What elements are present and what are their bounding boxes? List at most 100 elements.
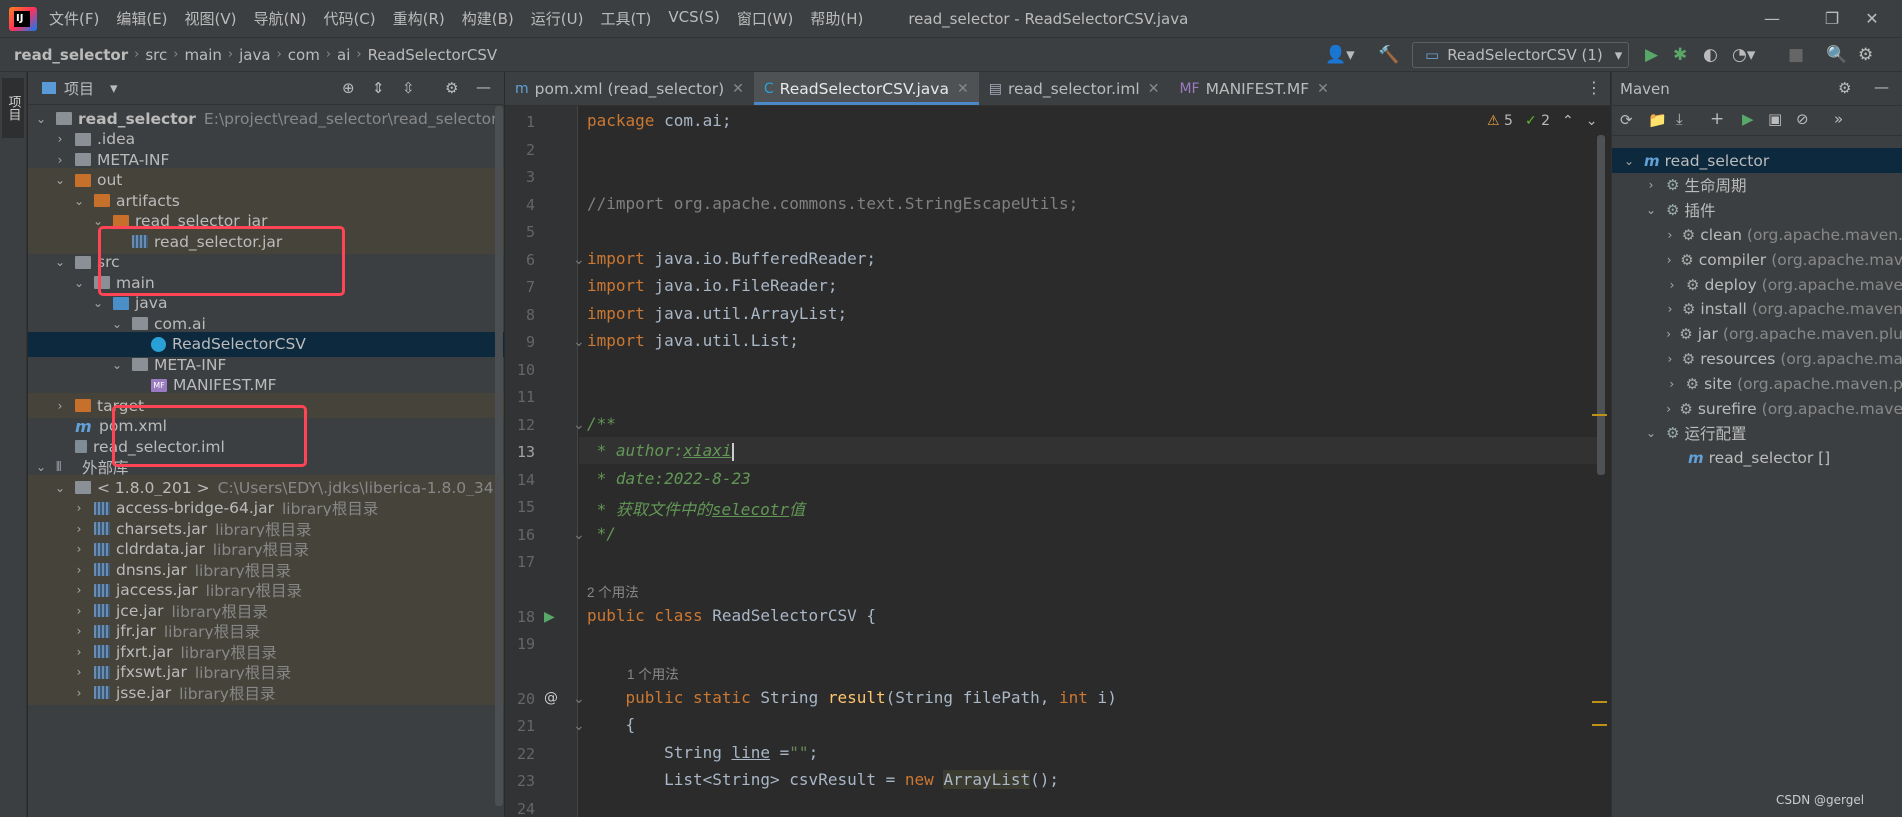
chevron-down-icon[interactable]: ⌄ (72, 194, 86, 208)
fold-icon[interactable]: ⌄ (573, 691, 585, 707)
chevron-right-icon[interactable]: › (72, 645, 86, 659)
user-icon[interactable]: 👤▾ (1325, 45, 1355, 65)
warning-marker[interactable] (1592, 414, 1607, 416)
code-line[interactable]: * author:xiaxi (587, 441, 734, 461)
chevron-right-icon[interactable]: › (72, 522, 86, 536)
chevron-down-icon[interactable]: ⌄ (1586, 113, 1598, 129)
project-tool-button[interactable]: 项目 (2, 78, 24, 138)
code-line[interactable]: * date:2022-8-23 (587, 469, 751, 488)
usage-hint[interactable]: 2 个用法 (587, 581, 639, 601)
gear-icon[interactable]: ⚙ (1838, 79, 1851, 97)
inspection-widget[interactable]: ⚠ 5 ✓ 2 ⌃ ⌄ (1487, 113, 1598, 129)
fold-icon[interactable]: ⌄ (573, 334, 585, 350)
weak-warning-count[interactable]: ✓ 2 (1525, 113, 1550, 129)
chevron-down-icon[interactable]: ⌄ (110, 317, 124, 331)
chevron-right-icon[interactable]: › (53, 132, 67, 146)
code-line[interactable]: public class ReadSelectorCSV { (587, 606, 876, 625)
menu-item[interactable]: 窗口(W) (737, 8, 794, 29)
more-tabs-icon[interactable]: ⋮ (1586, 78, 1602, 97)
code-line[interactable]: /** (587, 414, 616, 433)
maven-tree-item[interactable]: m read_selector [] (1612, 446, 1902, 471)
chevron-right-icon[interactable]: › (72, 542, 86, 556)
menu-item[interactable]: 代码(C) (323, 8, 375, 29)
editor-tab[interactable]: MF MANIFEST.MF ✕ (1169, 72, 1338, 105)
toggle-offline-icon[interactable]: ▣ (1768, 110, 1782, 128)
chevron-right-icon[interactable]: › (1666, 352, 1674, 366)
code-line[interactable]: * 获取文件中的selecotr值 (587, 496, 805, 520)
collapse-all-icon[interactable]: ⇳ (402, 79, 415, 97)
menu-item[interactable]: 构建(B) (462, 8, 514, 29)
menu-item[interactable]: 帮助(H) (810, 8, 863, 29)
warning-marker[interactable] (1592, 701, 1607, 703)
chevron-up-icon[interactable]: ⌃ (1562, 113, 1574, 129)
code-line[interactable]: { (587, 715, 636, 734)
run-icon[interactable]: ▶ (1742, 110, 1754, 128)
maven-tree-item[interactable]: › ⚙ resources (org.apache.ma (1612, 346, 1902, 371)
hide-icon[interactable]: — (1874, 78, 1889, 96)
chevron-right-icon[interactable]: › (72, 563, 86, 577)
chevron-right-icon[interactable]: › (1666, 302, 1674, 316)
chevron-down-icon[interactable]: ⌄ (91, 296, 105, 310)
code-line[interactable]: package com.ai; (587, 111, 732, 130)
chevron-down-icon[interactable]: ⌄ (53, 255, 67, 269)
run-gutter-icon[interactable]: ▶ (544, 609, 555, 625)
breadcrumb-item[interactable]: com (288, 46, 320, 64)
run-config-select[interactable]: ▭ ReadSelectorCSV (1) ▾ (1412, 42, 1629, 68)
maven-tree-item[interactable]: › ⚙ clean (org.apache.maven. (1612, 222, 1902, 247)
code-line[interactable]: import java.util.List; (587, 331, 799, 350)
chevron-right-icon[interactable]: › (72, 501, 86, 515)
chevron-right-icon[interactable]: › (53, 153, 67, 167)
maven-tree-item[interactable]: › ⚙ 生命周期 (1612, 173, 1902, 198)
project-tree-item[interactable]: › jsse.jar library根目录 (28, 680, 504, 705)
chevron-right-icon[interactable]: › (72, 665, 86, 679)
annotation-gutter-icon[interactable]: @ (544, 690, 558, 706)
menu-item[interactable]: VCS(S) (668, 8, 719, 29)
editor-tab[interactable]: ▤ read_selector.iml ✕ (979, 72, 1170, 105)
chevron-right-icon[interactable]: › (1666, 327, 1671, 341)
fold-icon[interactable]: ⌄ (573, 718, 585, 734)
project-scrollbar[interactable] (495, 106, 503, 806)
locate-icon[interactable]: ⊕ (342, 79, 355, 97)
chevron-right-icon[interactable]: › (1666, 278, 1678, 292)
expand-all-icon[interactable]: ⇕ (372, 79, 385, 97)
maven-tree-item[interactable]: › ⚙ compiler (org.apache.mav (1612, 247, 1902, 272)
debug-icon[interactable]: ✱ (1673, 45, 1687, 65)
chevron-down-icon[interactable]: ⌄ (53, 173, 67, 187)
chevron-down-icon[interactable]: ⌄ (72, 276, 86, 290)
code-line[interactable]: import java.io.BufferedReader; (587, 249, 876, 268)
chevron-right-icon[interactable]: › (72, 686, 86, 700)
chevron-down-icon[interactable]: ⌄ (34, 460, 48, 474)
gear-icon[interactable]: ⚙ (1858, 45, 1873, 65)
intellij-logo-icon[interactable]: IJ (9, 6, 37, 31)
chevron-right-icon[interactable]: › (1666, 402, 1671, 416)
code-line[interactable]: public static String result(String fileP… (587, 688, 1117, 707)
reload-icon[interactable]: ⟳ (1620, 111, 1633, 129)
gear-icon[interactable]: ⚙ (445, 79, 458, 97)
chevron-right-icon[interactable]: › (53, 399, 67, 413)
chevron-right-icon[interactable]: › (1644, 178, 1658, 192)
menu-item[interactable]: 工具(T) (600, 8, 651, 29)
chevron-right-icon[interactable]: › (72, 624, 86, 638)
menu-item[interactable]: 重构(R) (393, 8, 445, 29)
breadcrumb-item[interactable]: ai (337, 46, 350, 64)
chevron-down-icon[interactable]: ⌄ (34, 112, 48, 126)
menu-item[interactable]: 运行(U) (531, 8, 584, 29)
maven-tree-item[interactable]: ⌄ ⚙ 运行配置 (1612, 421, 1902, 446)
download-icon[interactable]: ⤓ (1676, 110, 1683, 128)
code-line[interactable]: List<String> csvResult = new ArrayList()… (587, 770, 1059, 789)
chevron-down-icon[interactable]: ⌄ (1644, 426, 1658, 440)
breadcrumb-item[interactable]: read_selector (14, 46, 128, 64)
maven-tree-item[interactable]: › ⚙ site (org.apache.maven.p (1612, 371, 1902, 396)
fold-icon[interactable]: ⌄ (573, 252, 585, 268)
code-line[interactable]: import java.io.FileReader; (587, 276, 837, 295)
chevron-down-icon[interactable]: ⌄ (110, 358, 124, 372)
warning-count[interactable]: ⚠ 5 (1487, 113, 1513, 129)
menu-item[interactable]: 导航(N) (254, 8, 307, 29)
maven-tree-item[interactable]: ⌄ m read_selector (1612, 148, 1902, 173)
minimize-icon[interactable]: — (1742, 0, 1802, 37)
chevron-right-icon[interactable]: › (1666, 377, 1678, 391)
fold-icon[interactable]: ⌄ (573, 417, 585, 433)
maven-tree-item[interactable]: › ⚙ deploy (org.apache.mave (1612, 272, 1902, 297)
generate-sources-icon[interactable]: 📁 (1648, 111, 1667, 129)
maven-tree-item[interactable]: › ⚙ install (org.apache.maven (1612, 297, 1902, 322)
